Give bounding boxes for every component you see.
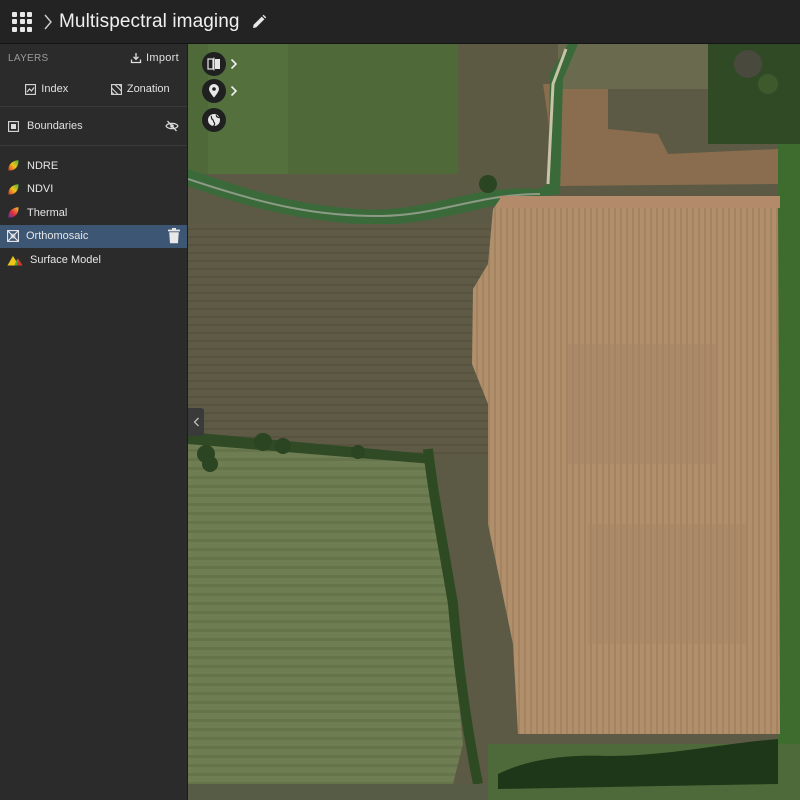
location-button[interactable]: [202, 79, 226, 103]
layer-orthomosaic[interactable]: Orthomosaic: [0, 224, 187, 248]
trash-icon[interactable]: [167, 228, 181, 244]
thermal-leaf-icon: [8, 207, 19, 218]
index-icon: [25, 83, 37, 95]
tab-index[interactable]: Index: [0, 83, 94, 95]
boundaries-label: Boundaries: [27, 120, 83, 132]
layer-ndvi-label: NDVI: [27, 183, 54, 196]
breadcrumb-chevron-icon: [44, 14, 52, 29]
layers-section-label: LAYERS: [8, 52, 49, 64]
leaf-gradient-icon: [8, 183, 19, 195]
layer-thermal-label: Thermal: [27, 206, 68, 219]
location-pin-icon: [209, 84, 219, 98]
split-view-button[interactable]: [202, 52, 226, 76]
boundaries-icon: [8, 120, 19, 132]
globe-icon: [208, 114, 220, 127]
apps-grid-icon[interactable]: [11, 11, 33, 33]
pencil-icon[interactable]: [250, 13, 268, 31]
location-expand-icon[interactable]: [230, 85, 238, 97]
terrain-icon: [7, 255, 23, 266]
leaf-gradient-icon: [8, 160, 19, 171]
collapse-sidebar-button[interactable]: [188, 408, 204, 436]
layer-type-tabs: Index Zonation: [0, 72, 187, 107]
layer-ndre[interactable]: NDRE: [0, 154, 187, 178]
layer-ndre-label: NDRE: [27, 159, 59, 172]
layers-header: LAYERS Import: [0, 44, 187, 72]
layer-list: NDRE NDVI Thermal Orthomosaic Surface Mo…: [0, 146, 187, 272]
tab-index-label: Index: [41, 83, 69, 95]
aerial-imagery[interactable]: [188, 44, 800, 800]
globe-button[interactable]: [202, 108, 226, 132]
boundaries-layer[interactable]: Boundaries: [0, 107, 187, 146]
map-view[interactable]: [188, 44, 800, 800]
orthomosaic-icon: [7, 230, 19, 243]
import-label: Import: [146, 52, 179, 64]
chevron-left-icon: [193, 417, 199, 427]
page-title: Multispectral imaging: [59, 10, 240, 32]
layer-surface-model-label: Surface Model: [30, 253, 101, 266]
layers-sidebar: LAYERS Import Index Zonation Boundaries …: [0, 44, 188, 800]
tab-zonation[interactable]: Zonation: [94, 83, 188, 95]
tab-zonation-label: Zonation: [126, 83, 170, 95]
import-button[interactable]: Import: [130, 52, 179, 64]
split-view-expand-icon[interactable]: [230, 58, 238, 70]
eye-off-icon[interactable]: [165, 120, 179, 132]
split-view-icon: [207, 57, 220, 71]
top-bar: Multispectral imaging: [0, 0, 800, 44]
import-icon: [130, 53, 142, 64]
layer-ndvi[interactable]: NDVI: [0, 178, 187, 202]
layer-orthomosaic-label: Orthomosaic: [26, 230, 89, 243]
layer-thermal[interactable]: Thermal: [0, 201, 187, 225]
zonation-icon: [110, 83, 122, 95]
layer-surface-model[interactable]: Surface Model: [0, 248, 187, 272]
